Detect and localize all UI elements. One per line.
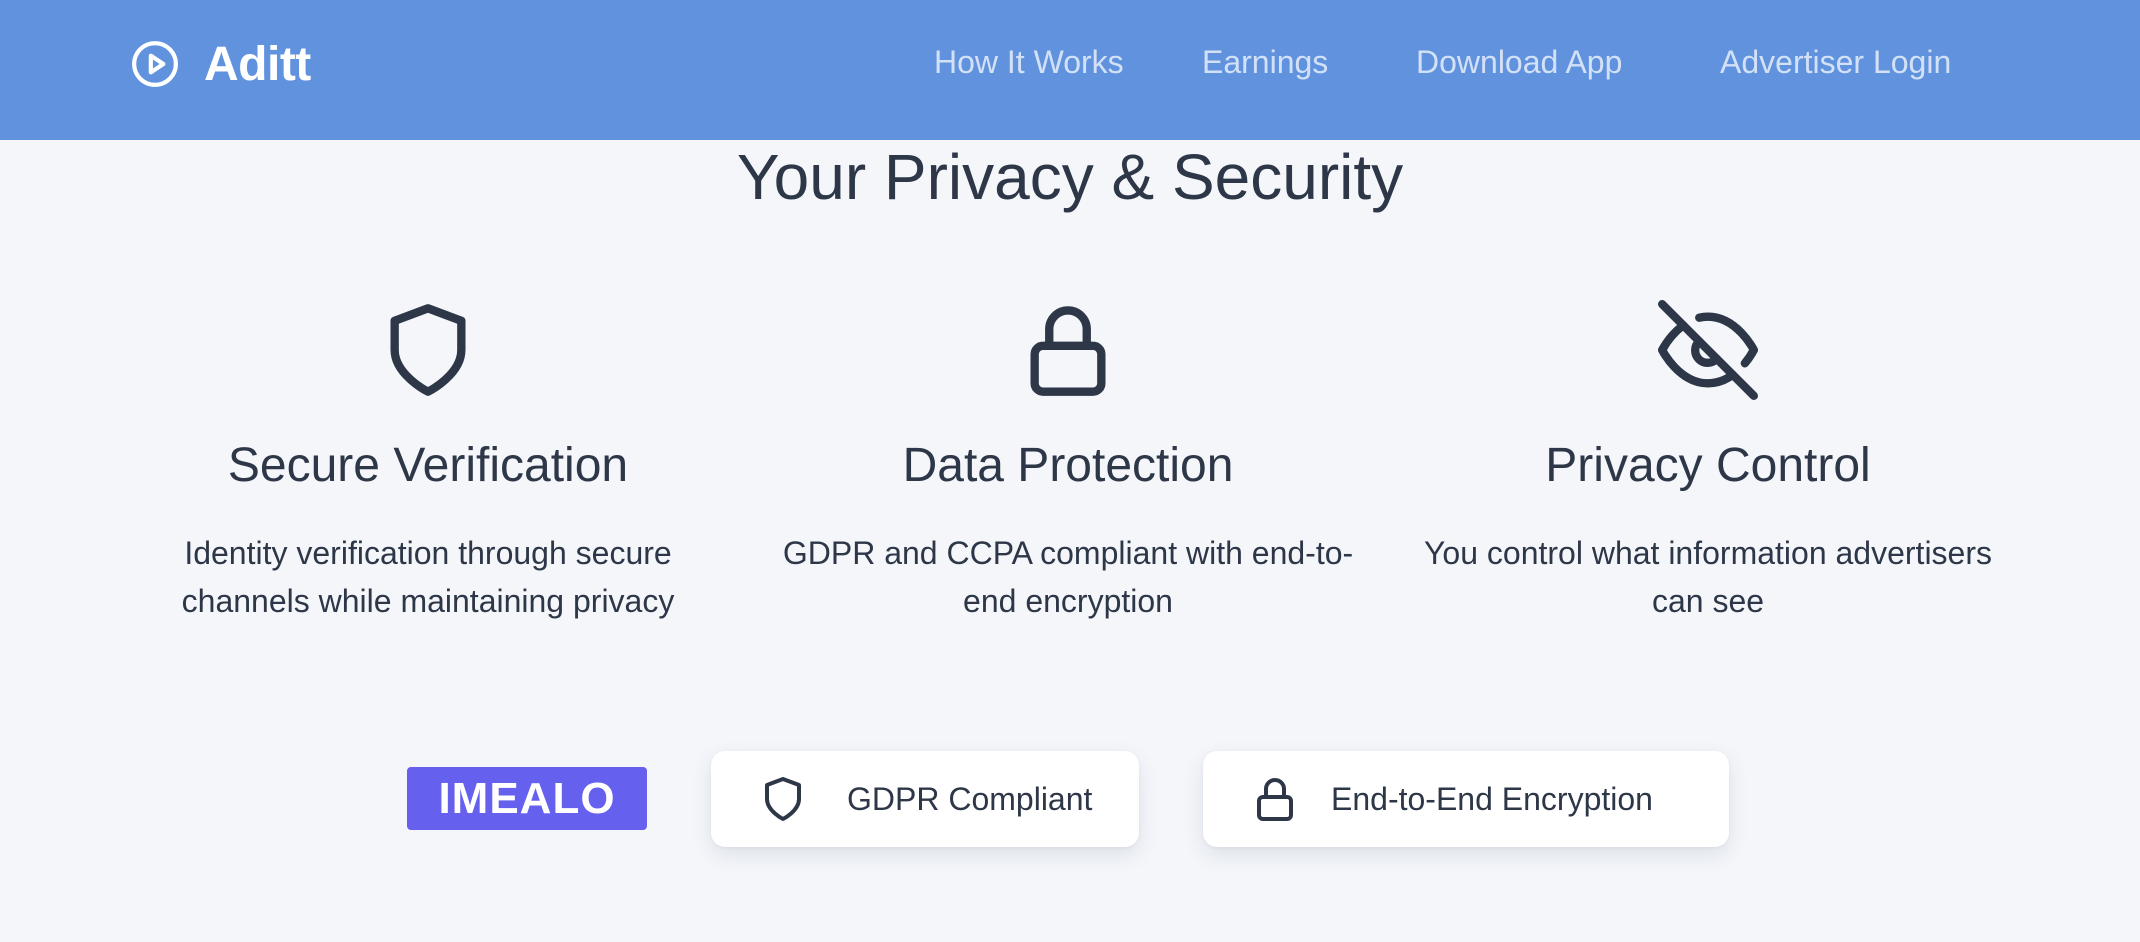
- lock-icon: [1030, 306, 1106, 396]
- nav-link-how-it-works[interactable]: How It Works: [934, 44, 1124, 81]
- eye-off-icon: [1658, 300, 1758, 400]
- nav-link-earnings[interactable]: Earnings: [1202, 44, 1328, 81]
- feature-title: Privacy Control: [1545, 439, 1871, 492]
- feature-description: Identity verification through secure cha…: [181, 535, 675, 619]
- nav-link-advertiser-login[interactable]: Advertiser Login: [1720, 44, 1951, 81]
- feature-privacy-control: Privacy Control You control what informa…: [1408, 300, 2008, 625]
- feature-secure-verification: Secure Verification Identity verificatio…: [128, 300, 728, 625]
- feature-title: Secure Verification: [227, 439, 629, 492]
- badge-label: GDPR Compliant: [847, 780, 1093, 817]
- feature-description: GDPR and CCPA compliant with end-to-end …: [782, 535, 1354, 619]
- badge-gdpr-compliant: GDPR Compliant: [711, 751, 1139, 847]
- shield-icon: [390, 304, 466, 396]
- shield-icon: [765, 777, 801, 821]
- badge-end-to-end-encryption: End-to-End Encryption: [1203, 751, 1729, 847]
- lock-icon: [1257, 778, 1293, 821]
- brand-logo[interactable]: Aditt: [130, 33, 311, 95]
- navbar: Aditt How It Works Earnings Download App…: [0, 0, 2140, 140]
- imealo-logo: IMEALO: [407, 767, 647, 830]
- badge-label: End-to-End Encryption: [1331, 780, 1653, 817]
- feature-description: You control what information advertisers…: [1424, 535, 1992, 619]
- brand-name: Aditt: [204, 37, 311, 91]
- feature-data-protection: Data Protection GDPR and CCPA compliant …: [768, 300, 1368, 625]
- section-title: Your Privacy & Security: [736, 141, 1404, 213]
- nav-link-download-app[interactable]: Download App: [1416, 44, 1622, 81]
- feature-title: Data Protection: [902, 439, 1234, 492]
- play-circle-icon: [132, 41, 178, 87]
